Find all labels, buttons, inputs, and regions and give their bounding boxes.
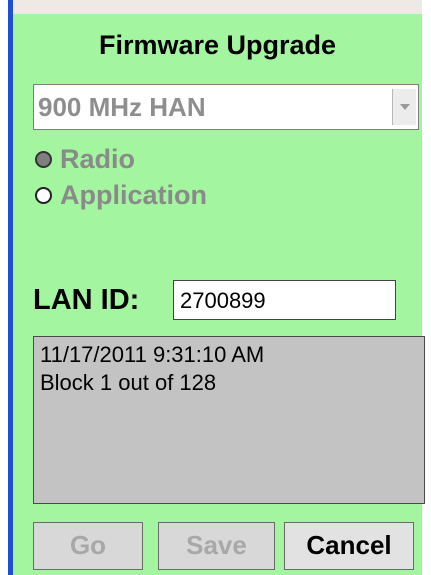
status-progress: Block 1 out of 128 (40, 370, 217, 395)
status-log: 11/17/2011 9:31:10 AM Block 1 out of 128 (33, 336, 425, 504)
radio-selected-icon (35, 151, 52, 168)
dropdown-button[interactable] (392, 89, 416, 125)
go-button[interactable]: Go (33, 522, 143, 570)
radio-option-label: Radio (60, 144, 136, 174)
page-title: Firmware Upgrade (98, 30, 337, 60)
chevron-down-icon (400, 104, 410, 110)
status-timestamp: 11/17/2011 9:31:10 AM (40, 342, 265, 367)
cancel-button[interactable]: Cancel (284, 522, 414, 570)
top-strip (13, 0, 422, 14)
radio-unselected-icon (35, 187, 52, 204)
network-select-value: 900 MHz HAN (38, 92, 206, 122)
network-select[interactable]: 900 MHz HAN (33, 84, 419, 130)
lan-id-label: LAN ID: (33, 284, 140, 316)
firmware-upgrade-window: Firmware Upgrade 900 MHz HAN Radio Appli… (0, 0, 431, 575)
main-panel: Firmware Upgrade 900 MHz HAN Radio Appli… (13, 14, 425, 575)
radio-option-label: Application (60, 180, 207, 210)
save-button[interactable]: Save (158, 522, 275, 570)
lan-id-input[interactable]: 2700899 (173, 280, 396, 320)
